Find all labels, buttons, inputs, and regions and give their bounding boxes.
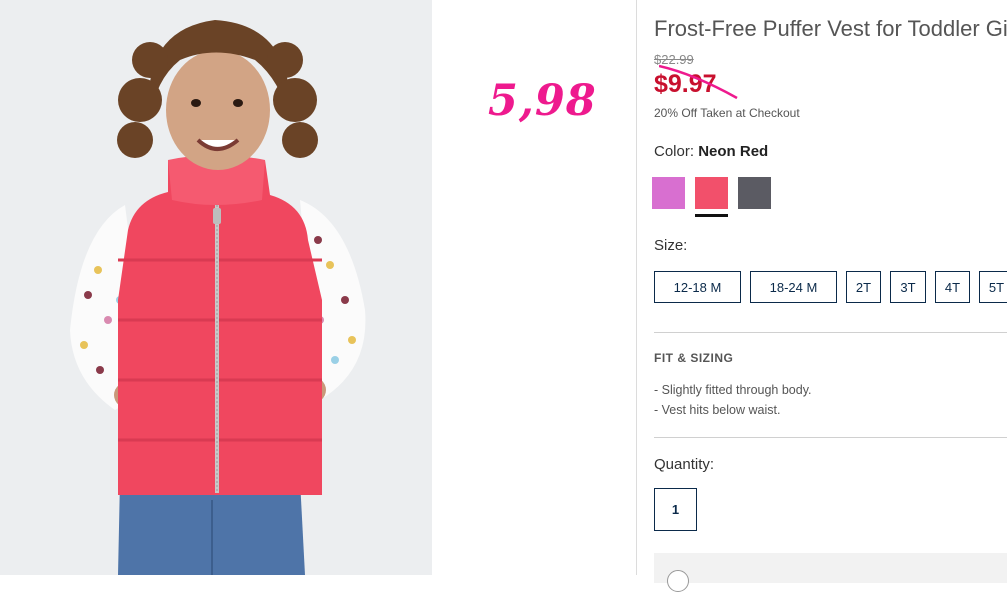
selected-color-name: Neon Red bbox=[698, 143, 769, 160]
color-label-text: Color: bbox=[654, 143, 695, 160]
sale-price: $9.97 bbox=[654, 70, 717, 98]
size-option-3t[interactable]: 3T bbox=[890, 271, 926, 303]
size-label: Size: bbox=[654, 237, 688, 254]
promo-text: 20% Off Taken at Checkout bbox=[654, 106, 800, 120]
pickup-radio[interactable] bbox=[667, 570, 689, 592]
quantity-label: Quantity: bbox=[654, 456, 715, 473]
size-option-4t[interactable]: 4T bbox=[935, 271, 970, 303]
original-price: $22.99 bbox=[654, 52, 694, 67]
color-swatch-neon-red[interactable] bbox=[695, 177, 728, 209]
fit-item: - Slightly fitted through body. bbox=[654, 383, 812, 397]
size-option-12-18m[interactable]: 12-18 M bbox=[654, 271, 741, 303]
section-divider bbox=[654, 332, 1007, 333]
size-option-18-24m[interactable]: 18-24 M bbox=[750, 271, 837, 303]
fit-sizing-heading: FIT & SIZING bbox=[654, 351, 734, 365]
size-option-2t[interactable]: 2T bbox=[846, 271, 881, 303]
handwritten-price-annotation: 5,98 bbox=[488, 76, 597, 126]
pickup-in-store-panel[interactable] bbox=[654, 553, 1007, 583]
section-divider bbox=[654, 437, 1007, 438]
quantity-input[interactable]: 1 bbox=[654, 488, 697, 531]
product-title: Frost-Free Puffer Vest for Toddler Girls bbox=[654, 16, 1007, 41]
size-option-5t[interactable]: 5T bbox=[979, 271, 1007, 303]
color-swatch-purple[interactable] bbox=[652, 177, 685, 209]
product-image bbox=[0, 0, 432, 575]
vertical-divider bbox=[636, 0, 637, 575]
fit-item: - Vest hits below waist. bbox=[654, 403, 781, 417]
color-swatch-gray[interactable] bbox=[738, 177, 771, 209]
color-label: Color: Neon Red bbox=[654, 143, 768, 160]
selected-swatch-indicator bbox=[695, 214, 728, 217]
